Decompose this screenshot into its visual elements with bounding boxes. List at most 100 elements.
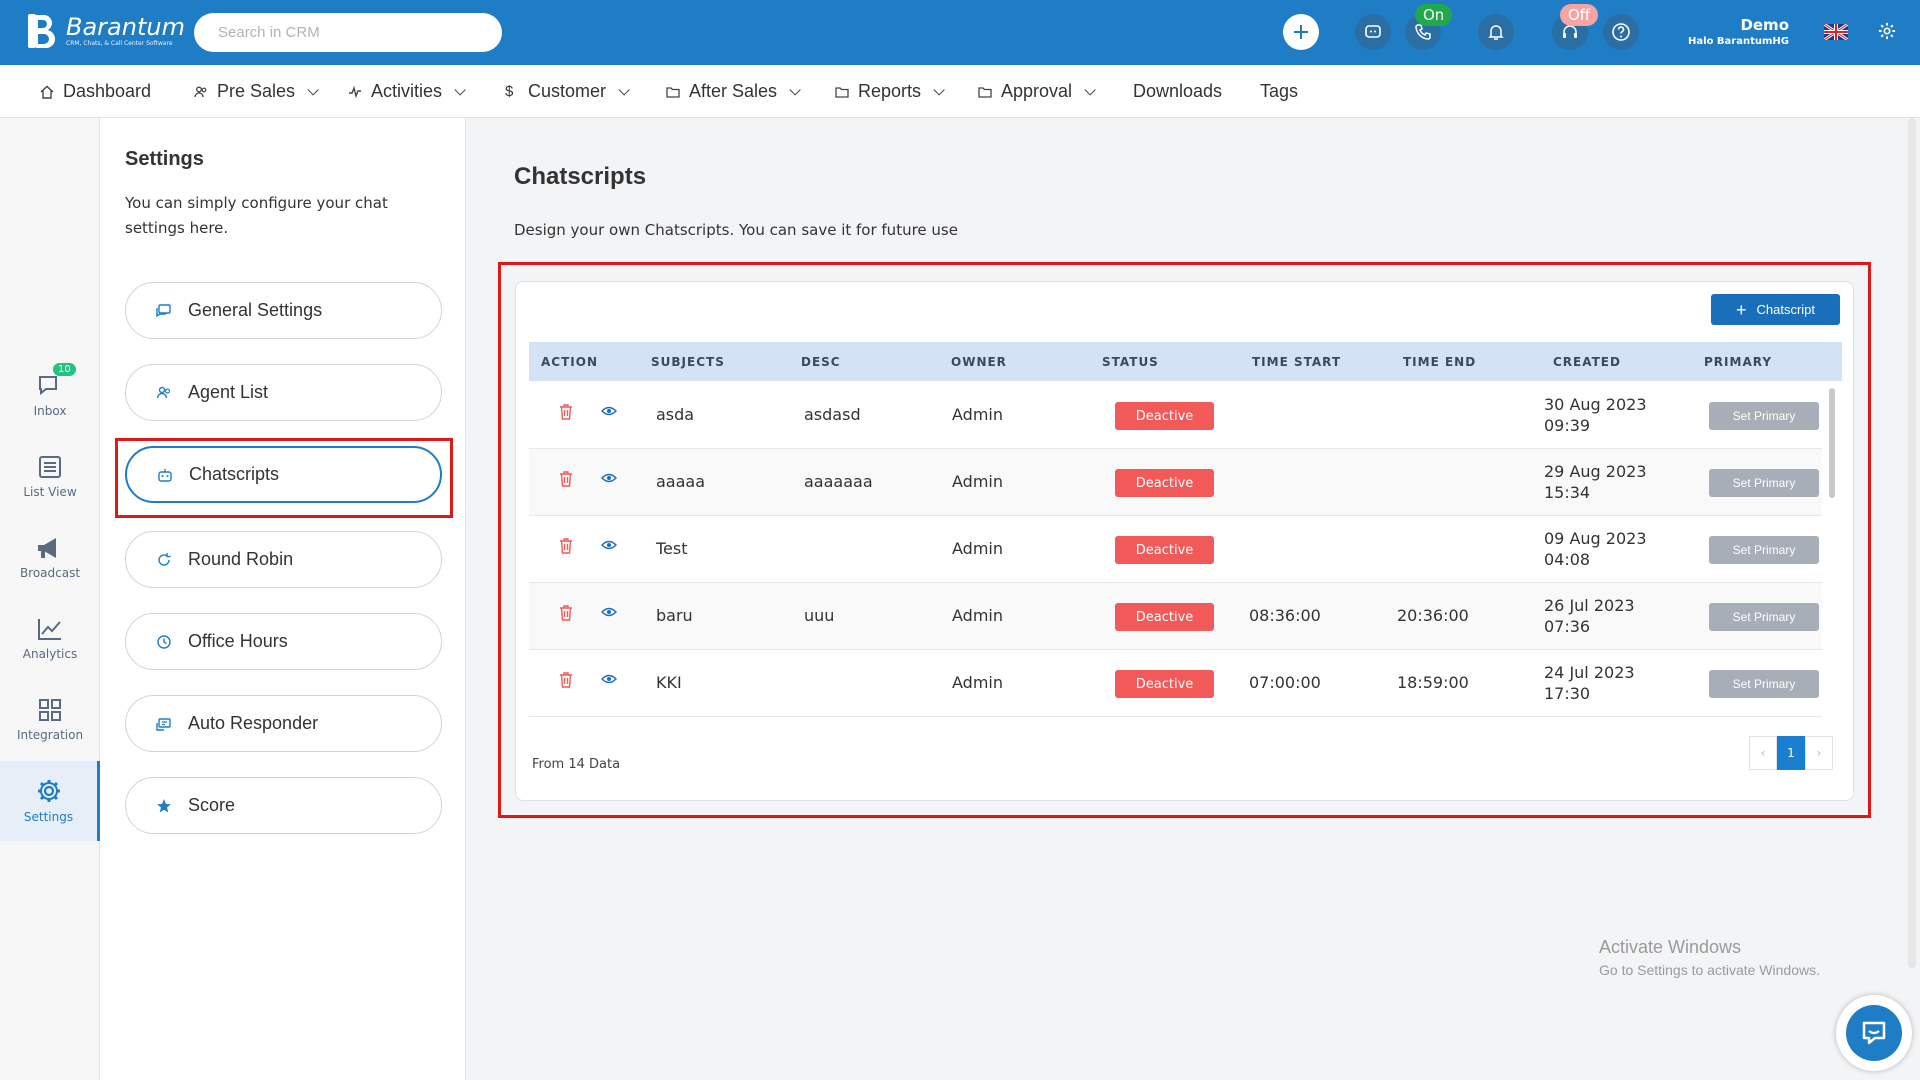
rail-list-view[interactable]: List View xyxy=(0,437,100,517)
search-input[interactable] xyxy=(194,13,502,52)
status-badge[interactable]: Deactive xyxy=(1115,469,1214,497)
column-header[interactable]: CREATED xyxy=(1553,355,1621,369)
nav-label: Approval xyxy=(1001,81,1073,101)
home-icon xyxy=(40,85,54,99)
help-button[interactable] xyxy=(1603,14,1639,50)
column-header[interactable]: SUBJECTS xyxy=(651,355,725,369)
set-primary-button[interactable]: Set Primary xyxy=(1709,670,1819,698)
column-header[interactable]: DESC xyxy=(801,355,841,369)
trash-icon[interactable] xyxy=(559,471,573,487)
eye-icon[interactable] xyxy=(601,605,617,619)
column-header[interactable]: OWNER xyxy=(951,355,1007,369)
status-badge[interactable]: Deactive xyxy=(1115,670,1214,698)
status-badge[interactable]: Deactive xyxy=(1115,603,1214,631)
nav-activities[interactable]: Activities xyxy=(348,81,466,102)
settings-item-office-hours[interactable]: Office Hours xyxy=(125,613,442,670)
table-row: baru uuu Admin Deactive 08:36:00 20:36:0… xyxy=(529,583,1822,650)
settings-item-general[interactable]: General Settings xyxy=(125,282,442,339)
eye-icon[interactable] xyxy=(601,538,617,552)
set-primary-button[interactable]: Set Primary xyxy=(1709,402,1819,430)
nav-approval[interactable]: Approval xyxy=(978,81,1096,102)
gear-icon xyxy=(37,780,60,802)
notifications-button[interactable] xyxy=(1478,14,1514,50)
inbox-count-badge: 10 xyxy=(53,363,76,376)
nav-tags[interactable]: Tags xyxy=(1260,81,1298,102)
trash-icon[interactable] xyxy=(559,605,573,621)
column-header[interactable]: STATUS xyxy=(1102,355,1159,369)
nav-downloads[interactable]: Downloads xyxy=(1133,81,1222,102)
nav-dashboard[interactable]: Dashboard xyxy=(40,81,151,102)
megaphone-icon xyxy=(38,538,56,558)
message-icon xyxy=(1365,25,1381,38)
settings-item-round-robin[interactable]: Round Robin xyxy=(125,531,442,588)
column-header[interactable]: TIME END xyxy=(1403,355,1476,369)
gear-icon[interactable] xyxy=(1878,22,1896,40)
eye-icon[interactable] xyxy=(601,471,617,485)
plus-icon: + xyxy=(1735,299,1747,320)
bell-icon xyxy=(1488,25,1504,40)
prev-page-button[interactable]: ‹ xyxy=(1749,736,1777,770)
table-header: ACTION SUBJECTS DESC OWNER STATUS TIME S… xyxy=(529,342,1842,381)
uk-flag-icon[interactable] xyxy=(1824,24,1848,40)
list-icon xyxy=(39,456,61,478)
created-cell: 29 Aug 2023 15:34 xyxy=(1544,461,1647,503)
nav-reports[interactable]: Reports xyxy=(835,81,945,102)
created-cell: 24 Jul 2023 17:30 xyxy=(1544,662,1635,704)
set-primary-button[interactable]: Set Primary xyxy=(1709,603,1819,631)
page-1-button[interactable]: 1 xyxy=(1777,736,1805,770)
column-header[interactable]: TIME START xyxy=(1252,355,1341,369)
chat-support-button[interactable] xyxy=(1836,995,1912,1071)
chat-widget-button[interactable] xyxy=(1355,14,1391,50)
status-badge[interactable]: Deactive xyxy=(1115,402,1214,430)
nav-pre-sales[interactable]: Pre Sales xyxy=(194,81,319,102)
desc-cell: aaaaaaa xyxy=(804,472,873,491)
rail-settings[interactable]: Settings xyxy=(0,761,100,841)
quick-add-button[interactable] xyxy=(1283,14,1319,50)
add-chatscript-button[interactable]: + Chatscript xyxy=(1711,294,1840,325)
next-page-button[interactable]: › xyxy=(1805,736,1833,770)
watermark-line: Go to Settings to activate Windows. xyxy=(1599,962,1820,978)
star-icon xyxy=(157,798,171,812)
owner-cell: Admin xyxy=(952,673,1003,692)
set-primary-button[interactable]: Set Primary xyxy=(1709,469,1819,497)
settings-item-agent-list[interactable]: Agent List xyxy=(125,364,442,421)
rail-integration[interactable]: Integration xyxy=(0,680,100,760)
settings-item-score[interactable]: Score xyxy=(125,777,442,834)
user-org: Halo BarantumHG xyxy=(1688,36,1789,47)
trash-icon[interactable] xyxy=(559,672,573,688)
rail-inbox[interactable]: 10 Inbox xyxy=(0,356,100,436)
owner-cell: Admin xyxy=(952,405,1003,424)
owner-cell: Admin xyxy=(952,472,1003,491)
set-primary-button[interactable]: Set Primary xyxy=(1709,536,1819,564)
chat-support-icon xyxy=(1862,1021,1886,1045)
brand-logo[interactable]: Barantum CRM, Chats, & Call Center Softw… xyxy=(26,12,185,50)
trash-icon[interactable] xyxy=(559,538,573,554)
page-scrollbar[interactable] xyxy=(1908,118,1916,968)
created-date: 24 Jul 2023 xyxy=(1544,663,1635,682)
table-row: asda asdasd Admin Deactive 30 Aug 2023 09… xyxy=(529,382,1822,449)
chevron-down-icon xyxy=(1084,83,1096,96)
nav-after-sales[interactable]: After Sales xyxy=(666,81,801,102)
nav-customer[interactable]: $ Customer xyxy=(505,81,630,102)
time-start-cell: 07:00:00 xyxy=(1249,673,1321,692)
eye-icon[interactable] xyxy=(601,672,617,686)
pagination: ‹ 1 › xyxy=(1749,736,1833,770)
rail-label: Analytics xyxy=(22,647,78,661)
top-bar: Barantum CRM, Chats, & Call Center Softw… xyxy=(0,0,1920,65)
chevron-down-icon xyxy=(454,83,466,96)
eye-icon[interactable] xyxy=(601,404,617,418)
table-row: aaaaa aaaaaaa Admin Deactive 29 Aug 2023… xyxy=(529,449,1822,516)
trash-icon[interactable] xyxy=(559,404,573,420)
status-badge[interactable]: Deactive xyxy=(1115,536,1214,564)
table-scrollbar[interactable] xyxy=(1829,388,1835,498)
logo-icon xyxy=(26,12,60,50)
rail-broadcast[interactable]: Broadcast xyxy=(0,518,100,598)
user-menu[interactable]: Demo Halo BarantumHG xyxy=(1688,16,1789,47)
chevron-down-icon xyxy=(933,83,945,96)
settings-item-auto-responder[interactable]: Auto Responder xyxy=(125,695,442,752)
add-button-label: Chatscript xyxy=(1756,302,1816,317)
rail-analytics[interactable]: Analytics xyxy=(0,599,100,679)
created-cell: 09 Aug 2023 04:08 xyxy=(1544,528,1647,570)
refresh-icon xyxy=(158,552,171,566)
chatscripts-card: + Chatscript ACTION SUBJECTS DESC OWNER … xyxy=(515,281,1854,801)
